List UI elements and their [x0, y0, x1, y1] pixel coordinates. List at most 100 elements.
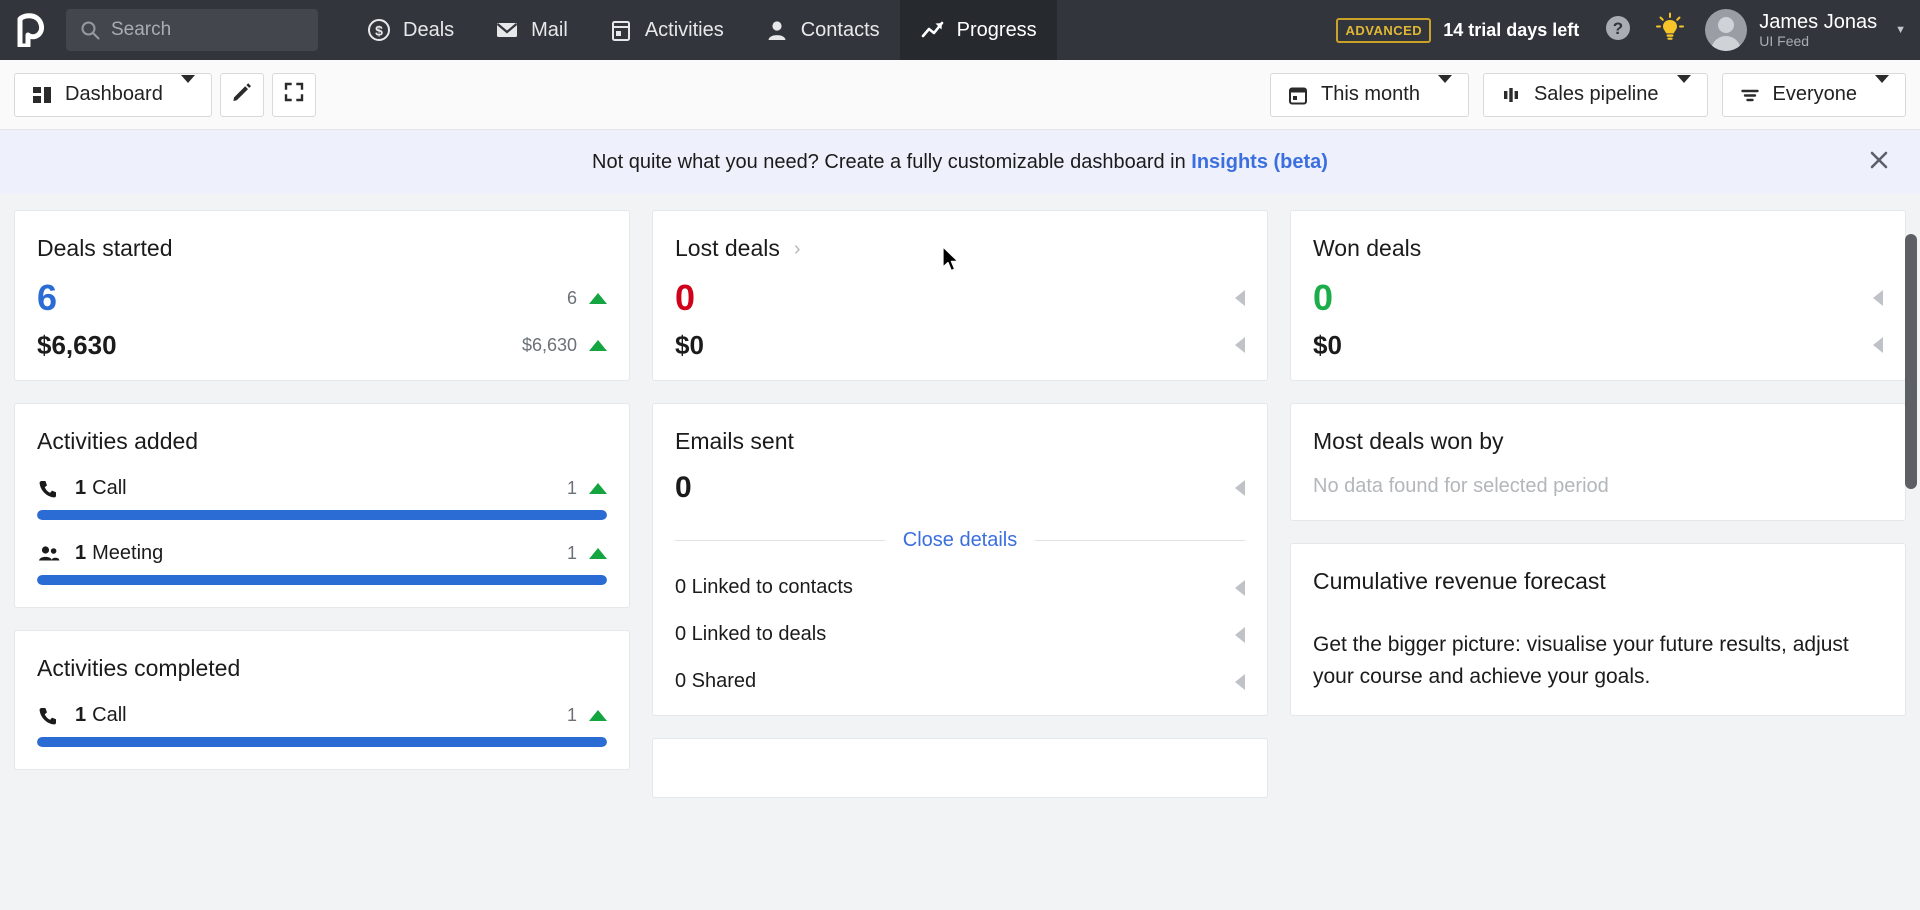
- insights-beta-link[interactable]: Insights (beta): [1191, 151, 1328, 173]
- search-input[interactable]: Search: [66, 9, 318, 51]
- envelope-icon: [494, 17, 520, 43]
- activity-row: 1 Call 1: [37, 704, 607, 727]
- edit-dashboard-button[interactable]: [219, 72, 264, 117]
- lost-deals-count: 0: [675, 277, 696, 318]
- activity-label-group: 1 Call: [37, 704, 127, 727]
- activity-count: 1: [75, 704, 87, 726]
- card-title: Emails sent: [675, 428, 794, 454]
- card-title: Activities completed: [37, 655, 241, 681]
- triangle-up-icon: [589, 339, 607, 351]
- divider-line-right: [1035, 540, 1246, 541]
- close-icon: [1868, 149, 1890, 176]
- calendar-icon: [1287, 84, 1309, 106]
- people-filter-button[interactable]: Everyone: [1721, 72, 1906, 117]
- help-button[interactable]: ?: [1601, 13, 1635, 47]
- vertical-scrollbar[interactable]: [1904, 194, 1918, 910]
- triangle-left-icon: [1235, 626, 1245, 643]
- card-won-deals[interactable]: Won deals 0 $0: [1290, 210, 1906, 381]
- divider-line-left: [675, 540, 885, 541]
- activity-progress-track: [37, 737, 607, 747]
- activity-progress-fill: [37, 575, 607, 585]
- banner-text-before: Not quite what you need? Create a fully …: [592, 150, 1192, 173]
- email-detail-label: 0 Linked to deals: [675, 623, 827, 645]
- user-role: UI Feed: [1759, 32, 1810, 49]
- user-menu[interactable]: James Jonas UI Feed ▼: [1705, 9, 1906, 51]
- delta-value: 1: [566, 478, 577, 498]
- nav-item-activities[interactable]: Activities: [588, 0, 744, 60]
- activity-item-call[interactable]: 1 Call 1: [37, 477, 607, 520]
- won-deals-count-row: 0: [1313, 280, 1883, 316]
- card-lost-deals[interactable]: Lost deals › 0 $0: [652, 210, 1268, 381]
- nav-label-activities: Activities: [644, 18, 724, 41]
- fullscreen-button[interactable]: [271, 72, 316, 117]
- deals-started-count-delta: 6: [567, 288, 607, 309]
- pipeline-filter-button[interactable]: Sales pipeline: [1482, 72, 1708, 117]
- card-activities-completed[interactable]: Activities completed 1 Call 1: [14, 630, 630, 770]
- pencil-icon: [231, 81, 253, 109]
- won-deals-amount-row: $0: [1313, 332, 1883, 358]
- tips-button[interactable]: [1653, 12, 1687, 47]
- trial-status[interactable]: ADVANCED 14 trial days left: [1336, 17, 1580, 43]
- triangle-up-icon: [589, 292, 607, 304]
- card-title: Deals started: [37, 235, 173, 261]
- activity-item-meeting[interactable]: 1 Meeting 1: [37, 542, 607, 585]
- toolbar-filters: This month Sales pipeline Everyone: [1270, 72, 1906, 117]
- activity-progress-fill: [37, 510, 607, 520]
- card-emails-sent[interactable]: Emails sent 0 Close details 0 Linked to …: [652, 403, 1268, 716]
- delta-value: $6,630: [521, 334, 577, 355]
- nav-right-cluster: ADVANCED 14 trial days left ? James Jona…: [1336, 0, 1920, 60]
- nav-item-contacts[interactable]: Contacts: [744, 0, 900, 60]
- nav-label-mail: Mail: [531, 18, 568, 41]
- pipedrive-logo[interactable]: [0, 0, 62, 60]
- triangle-left-icon: [1873, 337, 1883, 353]
- activity-progress-track: [37, 575, 607, 585]
- nav-label-contacts: Contacts: [800, 18, 880, 41]
- activity-progress-fill: [37, 737, 607, 747]
- dollar-circle-icon: $: [366, 17, 392, 43]
- deals-started-count-row: 6 6: [37, 280, 607, 316]
- dashboard-grid-icon: [31, 84, 53, 106]
- card-most-deals-won-by[interactable]: Most deals won by No data found for sele…: [1290, 403, 1906, 521]
- card-partial-below[interactable]: [652, 738, 1268, 798]
- avatar: [1705, 9, 1748, 51]
- dashboard-board: Deals started 6 6 $6,630 $6,630 Activiti…: [0, 194, 1920, 910]
- dashboard-selector-button[interactable]: Dashboard: [14, 72, 212, 117]
- activity-type: Call: [92, 477, 127, 499]
- pipeline-label: Sales pipeline: [1533, 83, 1659, 105]
- nav-item-mail[interactable]: Mail: [474, 0, 588, 60]
- nav-label-progress: Progress: [956, 18, 1037, 41]
- people-icon: [37, 543, 63, 565]
- nav-item-progress[interactable]: Progress: [899, 0, 1057, 60]
- period-filter-button[interactable]: This month: [1270, 72, 1469, 117]
- activity-type: Call: [92, 704, 127, 726]
- expand-icon: [283, 81, 305, 109]
- emails-sent-count-row: 0: [675, 473, 1245, 503]
- card-activities-added[interactable]: Activities added 1 Call 1 1 Meeting 1: [14, 403, 630, 608]
- card-cumulative-revenue-forecast[interactable]: Cumulative revenue forecast Get the bigg…: [1290, 543, 1906, 716]
- activity-item-call-completed[interactable]: 1 Call 1: [37, 704, 607, 747]
- deals-started-count: 6: [37, 277, 58, 318]
- triangle-up-icon: [589, 483, 607, 494]
- deals-started-amount-row: $6,630 $6,630: [37, 332, 607, 358]
- card-title: Activities added: [37, 428, 199, 454]
- card-deals-started[interactable]: Deals started 6 6 $6,630 $6,630: [14, 210, 630, 381]
- dashboard-label: Dashboard: [65, 83, 163, 105]
- nav-item-deals[interactable]: $ Deals: [346, 0, 474, 60]
- banner-message: Not quite what you need? Create a fully …: [592, 151, 1328, 174]
- close-details-label[interactable]: Close details: [885, 529, 1036, 552]
- question-circle-icon: ?: [1602, 12, 1634, 49]
- won-deals-count: 0: [1313, 277, 1334, 318]
- banner-close-button[interactable]: [1864, 147, 1894, 177]
- dashboard-column-3: Won deals 0 $0 Most deals won by No data…: [1290, 210, 1906, 910]
- card-title: Most deals won by: [1313, 428, 1504, 454]
- triangle-left-icon: [1235, 290, 1245, 306]
- scrollbar-thumb[interactable]: [1905, 234, 1917, 489]
- emails-details-toggle[interactable]: Close details: [675, 529, 1246, 552]
- triangle-left-icon: [1235, 673, 1245, 690]
- chevron-right-icon[interactable]: ›: [794, 239, 801, 259]
- trial-days-left: 14 trial days left: [1443, 19, 1580, 40]
- lost-deals-amount: $0: [675, 330, 704, 360]
- phone-icon: [37, 705, 63, 727]
- insights-promo-banner: Not quite what you need? Create a fully …: [0, 130, 1920, 194]
- period-label: This month: [1321, 83, 1420, 105]
